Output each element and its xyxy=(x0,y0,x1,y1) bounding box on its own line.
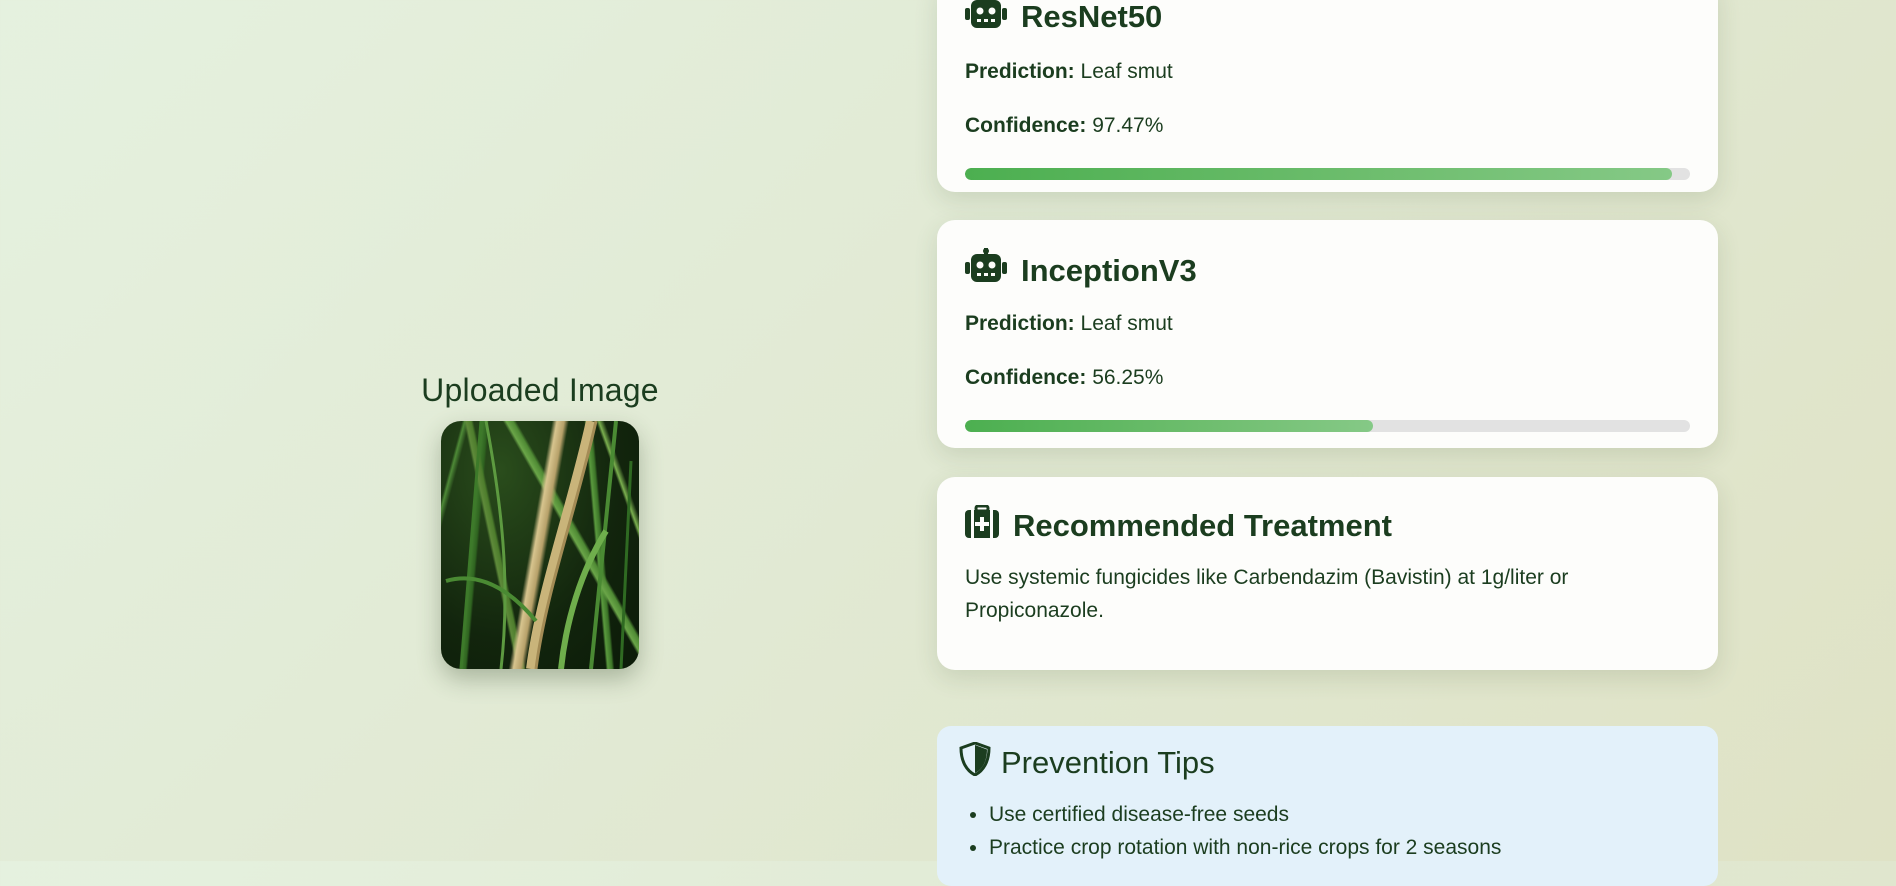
list-item: Use certified disease-free seeds xyxy=(989,798,1696,831)
confidence-bar-fill xyxy=(965,420,1373,432)
confidence-row: Confidence: 56.25% xyxy=(965,366,1690,390)
confidence-label: Confidence: xyxy=(965,366,1087,389)
prediction-label: Prediction: xyxy=(965,60,1075,83)
prevention-title: Prevention Tips xyxy=(1001,745,1215,780)
robot-icon xyxy=(965,248,1007,294)
prediction-label: Prediction: xyxy=(965,312,1075,335)
confidence-bar-fill xyxy=(965,168,1672,180)
treatment-title-row: Recommended Treatment xyxy=(965,504,1690,547)
shield-icon xyxy=(959,741,991,784)
model-name: InceptionV3 xyxy=(1021,253,1197,288)
treatment-title: Recommended Treatment xyxy=(1013,508,1392,543)
model-card-inceptionv3: InceptionV3 Prediction: Leaf smut Confid… xyxy=(937,220,1718,448)
prediction-value: Leaf smut xyxy=(1080,60,1173,83)
medkit-icon xyxy=(965,504,999,547)
prevention-tips-list: Use certified disease-free seeds Practic… xyxy=(959,798,1696,864)
model-card-title: InceptionV3 xyxy=(965,248,1690,294)
confidence-bar xyxy=(965,168,1690,180)
treatment-card: Recommended Treatment Use systemic fungi… xyxy=(937,477,1718,670)
list-item: Practice crop rotation with non-rice cro… xyxy=(989,831,1696,864)
confidence-row: Confidence: 97.47% xyxy=(965,114,1690,138)
confidence-value: 97.47% xyxy=(1092,114,1164,137)
model-card-title: ResNet50 xyxy=(965,0,1690,40)
model-name: ResNet50 xyxy=(1021,0,1163,34)
uploaded-leaf-image xyxy=(441,421,639,669)
prediction-value: Leaf smut xyxy=(1080,312,1173,335)
prevention-title-row: Prevention Tips xyxy=(959,741,1696,784)
confidence-value: 56.25% xyxy=(1092,366,1164,389)
uploaded-image-section: Uploaded Image xyxy=(380,372,700,669)
confidence-bar xyxy=(965,420,1690,432)
model-card-resnet50: ResNet50 Prediction: Leaf smut Confidenc… xyxy=(937,0,1718,192)
uploaded-image-heading: Uploaded Image xyxy=(421,372,659,408)
confidence-label: Confidence: xyxy=(965,114,1087,137)
robot-icon xyxy=(965,0,1007,40)
treatment-text: Use systemic fungicides like Carbendazim… xyxy=(965,566,1569,622)
prediction-row: Prediction: Leaf smut xyxy=(965,312,1690,336)
prevention-tips-card: Prevention Tips Use certified disease-fr… xyxy=(937,726,1718,886)
prediction-row: Prediction: Leaf smut xyxy=(965,60,1690,84)
